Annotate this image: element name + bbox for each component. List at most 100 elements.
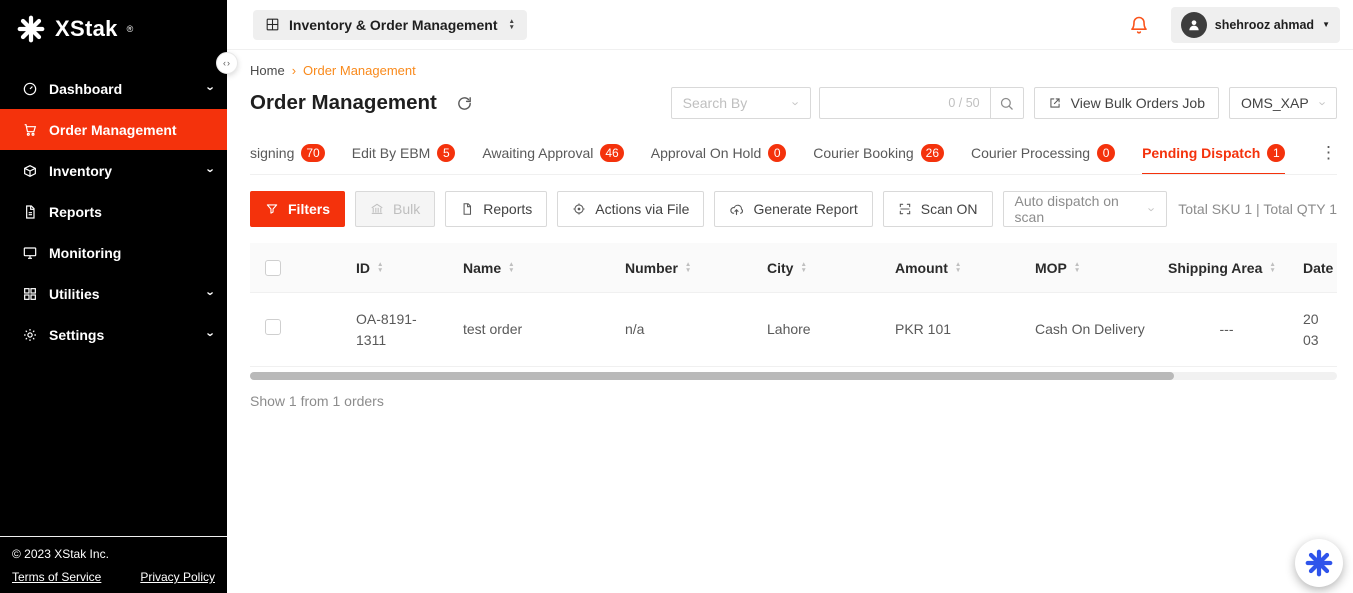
column-header-shipping-area[interactable]: Shipping Area ▲▼: [1168, 260, 1303, 276]
generate-report-label: Generate Report: [753, 201, 857, 217]
sort-icons[interactable]: ▲▼: [377, 262, 383, 274]
column-header-amount[interactable]: Amount ▲▼: [895, 260, 1035, 276]
sidebar-item-label: Dashboard: [49, 81, 122, 97]
tab-courier-booking[interactable]: Courier Booking 26: [813, 131, 944, 174]
tab-courier-processing[interactable]: Courier Processing 0: [971, 131, 1115, 174]
tab-signing[interactable]: signing 70: [250, 131, 325, 174]
generate-report-button[interactable]: Generate Report: [714, 191, 872, 227]
external-link-icon: [1048, 96, 1062, 110]
filters-button[interactable]: Filters: [250, 191, 345, 227]
sort-icons[interactable]: ▲▼: [1269, 262, 1275, 274]
sidebar-collapse-button[interactable]: ‹›: [216, 52, 238, 74]
grid-squares-icon: [22, 286, 38, 302]
tab-edit-by-ebm[interactable]: Edit By EBM 5: [352, 131, 456, 174]
column-header-date[interactable]: Date: [1303, 260, 1337, 276]
breadcrumb-current[interactable]: Order Management: [303, 63, 416, 78]
column-header-name[interactable]: Name ▲▼: [463, 260, 625, 276]
scan-on-button[interactable]: Scan ON: [883, 191, 993, 227]
page-title: Order Management: [250, 91, 437, 115]
tab-badge: 5: [437, 144, 455, 162]
tab-approval-on-hold[interactable]: Approval On Hold 0: [651, 131, 787, 174]
sidebar-item-monitoring[interactable]: Monitoring: [0, 232, 227, 273]
reports-button[interactable]: Reports: [445, 191, 547, 227]
search-icon[interactable]: [990, 87, 1024, 119]
brand-name: XStak: [55, 16, 118, 42]
caret-down-icon: ▼: [1322, 20, 1330, 29]
column-header-mop[interactable]: MOP ▲▼: [1035, 260, 1168, 276]
avatar: [1181, 12, 1207, 38]
sidebar-item-label: Utilities: [49, 286, 100, 302]
chat-launcher-button[interactable]: [1295, 539, 1343, 587]
monitor-icon: [22, 245, 38, 261]
sort-icons[interactable]: ▲▼: [1074, 262, 1080, 274]
view-bulk-orders-button[interactable]: View Bulk Orders Job: [1034, 87, 1219, 119]
chevron-down-icon: ›: [790, 101, 803, 105]
sidebar-item-order-management[interactable]: Order Management: [0, 109, 227, 150]
sort-icons[interactable]: ▲▼: [955, 262, 961, 274]
chevron-down-icon: ›: [204, 86, 217, 90]
tab-badge: 0: [1097, 144, 1115, 162]
tab-awaiting-approval[interactable]: Awaiting Approval 46: [482, 131, 623, 174]
chevron-down-icon: ›: [1316, 101, 1329, 105]
more-tabs-icon[interactable]: ⋮: [1312, 143, 1337, 163]
tab-label: Courier Processing: [971, 145, 1090, 161]
auto-dispatch-select[interactable]: Auto dispatch on scan ›: [1003, 191, 1167, 227]
privacy-policy-link[interactable]: Privacy Policy: [140, 570, 215, 584]
refresh-icon[interactable]: [456, 95, 473, 112]
table-header-row: ID ▲▼ Name ▲▼ Number ▲▼ City ▲▼: [250, 243, 1337, 293]
scrollbar-thumb[interactable]: [250, 372, 1174, 380]
oms-select[interactable]: OMS_XAP ›: [1229, 87, 1337, 119]
sort-icons[interactable]: ▲▼: [508, 262, 514, 274]
sidebar-item-reports[interactable]: Reports: [0, 191, 227, 232]
toolbar: Filters Bulk Reports Actions via File Ge…: [250, 191, 1337, 227]
totals-summary: Total SKU 1 | Total QTY 1: [1178, 201, 1337, 217]
tab-badge: 46: [600, 144, 623, 162]
table-row[interactable]: OA-8191-1311 test order n/a Lahore PKR 1…: [250, 293, 1337, 367]
cart-icon: [22, 122, 38, 138]
copyright-text: © 2023 XStak Inc.: [12, 547, 215, 561]
breadcrumb-home[interactable]: Home: [250, 63, 285, 78]
search-by-placeholder: Search By: [683, 95, 748, 111]
tab-label: Pending Dispatch: [1142, 145, 1260, 161]
tab-label: Courier Booking: [813, 145, 913, 161]
cell-date: 2024- 03:02: [1303, 309, 1337, 351]
horizontal-scrollbar[interactable]: [250, 372, 1337, 380]
column-header-id[interactable]: ID ▲▼: [356, 260, 463, 276]
table-summary: Show 1 from 1 orders: [250, 393, 1337, 409]
sort-icons[interactable]: ▲▼: [800, 262, 806, 274]
reports-label: Reports: [483, 201, 532, 217]
registered-mark: ®: [127, 18, 134, 40]
sidebar-footer: © 2023 XStak Inc. Terms of Service Priva…: [0, 536, 227, 593]
row-checkbox[interactable]: [265, 319, 281, 335]
column-header-city[interactable]: City ▲▼: [767, 260, 895, 276]
scan-icon: [898, 202, 912, 216]
user-menu[interactable]: shehrooz ahmad ▼: [1171, 7, 1340, 43]
sidebar-item-inventory[interactable]: Inventory ›: [0, 150, 227, 191]
app-switcher-select[interactable]: Inventory & Order Management ▲▼: [253, 10, 527, 40]
select-all-checkbox[interactable]: [265, 260, 281, 276]
terms-of-service-link[interactable]: Terms of Service: [12, 570, 101, 584]
actions-via-file-button[interactable]: Actions via File: [557, 191, 704, 227]
title-row: Order Management Search By › 0 / 50: [250, 87, 1337, 119]
column-header-number[interactable]: Number ▲▼: [625, 260, 767, 276]
search-input[interactable]: [830, 94, 949, 112]
user-name: shehrooz ahmad: [1215, 18, 1314, 32]
tab-label: Awaiting Approval: [482, 145, 593, 161]
cell-city: Lahore: [767, 319, 895, 340]
sidebar-item-utilities[interactable]: Utilities ›: [0, 273, 227, 314]
bulk-button[interactable]: Bulk: [355, 191, 435, 227]
oms-selected-value: OMS_XAP: [1241, 95, 1309, 111]
app-grid-icon: [265, 17, 280, 32]
sidebar-item-dashboard[interactable]: Dashboard ›: [0, 68, 227, 109]
filter-funnel-icon: [265, 202, 279, 216]
search-by-select[interactable]: Search By ›: [671, 87, 811, 119]
cloud-upload-icon: [729, 202, 744, 217]
sidebar-item-label: Reports: [49, 204, 102, 220]
notification-bell-icon[interactable]: [1129, 15, 1149, 35]
app-switcher-label: Inventory & Order Management: [289, 17, 498, 33]
sort-icons[interactable]: ▲▼: [685, 262, 691, 274]
sidebar-item-settings[interactable]: Settings ›: [0, 314, 227, 355]
cell-amount: PKR 101: [895, 319, 1035, 340]
brand-logo[interactable]: XStak ®: [0, 0, 227, 54]
tab-pending-dispatch[interactable]: Pending Dispatch 1: [1142, 131, 1285, 174]
